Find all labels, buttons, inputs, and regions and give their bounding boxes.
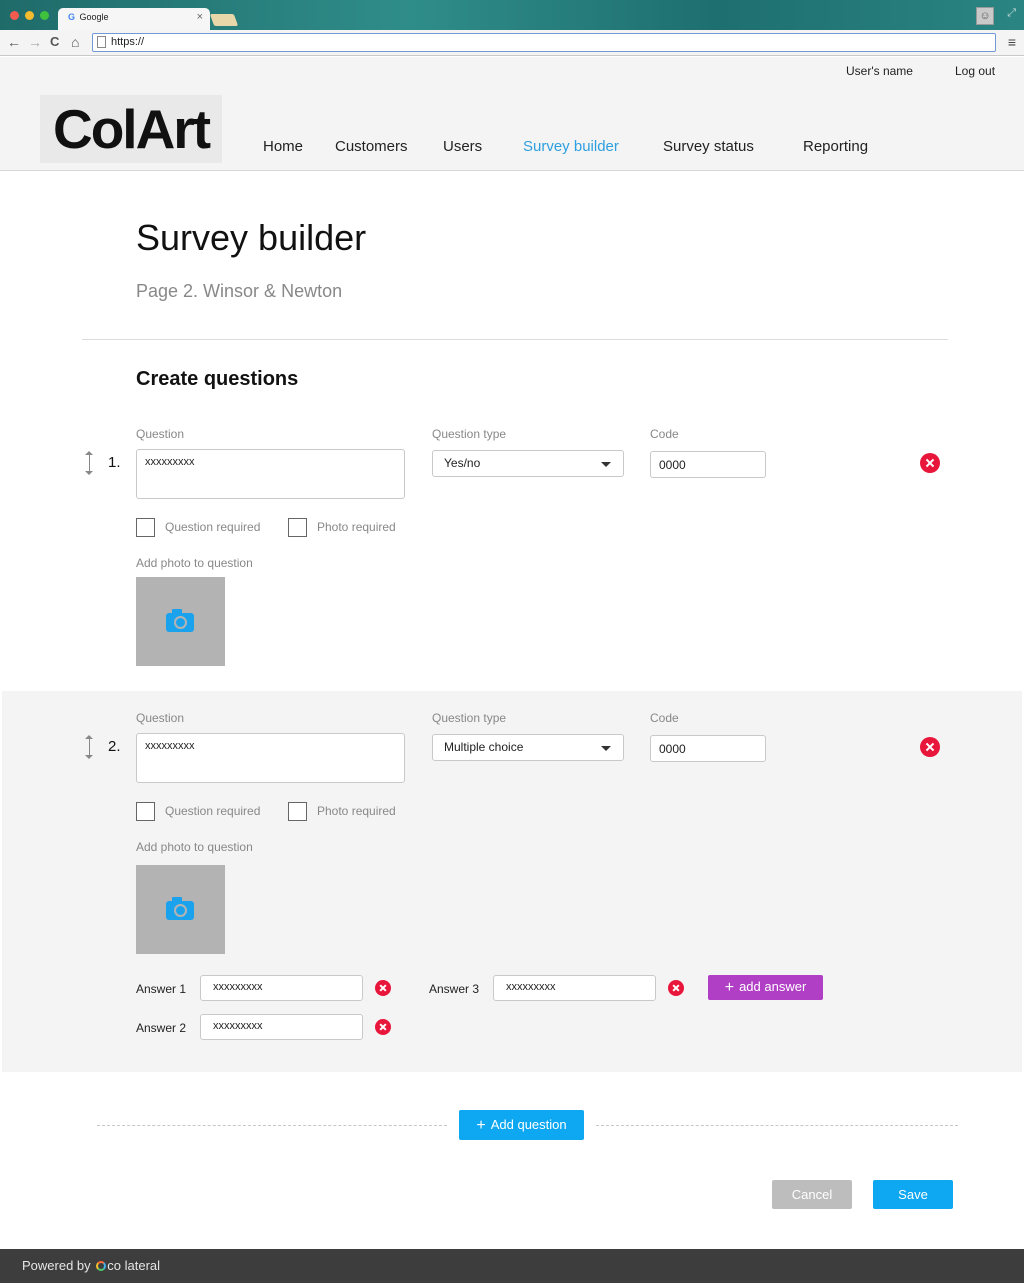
- plus-icon: +: [724, 979, 735, 996]
- back-icon[interactable]: ←: [7, 34, 21, 50]
- question-required-label: Question required: [165, 804, 261, 818]
- tab-close-icon[interactable]: ×: [197, 11, 203, 23]
- chevron-down-icon: [601, 746, 611, 751]
- question-text-input[interactable]: xxxxxxxxx: [136, 449, 405, 499]
- photo-required-checkbox[interactable]: [288, 802, 307, 821]
- delete-question-icon[interactable]: [920, 737, 940, 757]
- browser-tab-bar: G Google × ☺ ⤢: [0, 0, 1024, 30]
- window-close-button[interactable]: [10, 11, 19, 20]
- answer-input[interactable]: xxxxxxxxx: [200, 975, 363, 1001]
- section-title: Create questions: [136, 368, 299, 390]
- question-type-select[interactable]: Multiple choice: [432, 734, 624, 761]
- question-label: Question: [136, 711, 185, 725]
- delete-question-icon[interactable]: [920, 453, 940, 473]
- question-type-value: Multiple choice: [444, 740, 524, 754]
- browser-tab[interactable]: G Google ×: [58, 8, 210, 30]
- divider: [82, 339, 948, 340]
- photo-required-label: Photo required: [317, 804, 396, 818]
- tab-title: Google: [79, 12, 109, 22]
- question-block-1: Question Question type Code 1. xxxxxxxxx…: [0, 420, 1024, 680]
- dashed-separator: [596, 1125, 958, 1126]
- photo-required-checkbox[interactable]: [288, 518, 307, 537]
- question-type-value: Yes/no: [444, 456, 481, 470]
- answer-input[interactable]: xxxxxxxxx: [200, 1014, 363, 1040]
- question-required-checkbox[interactable]: [136, 802, 155, 821]
- powered-by-text: Powered by: [22, 1258, 91, 1273]
- browser-menu-icon[interactable]: ≡: [1008, 34, 1016, 50]
- user-name-link[interactable]: User's name: [846, 64, 913, 78]
- address-bar: ← → C ⌂ https:// ≡: [0, 30, 1024, 56]
- fullscreen-icon[interactable]: ⤢: [1007, 7, 1016, 20]
- question-type-select[interactable]: Yes/no: [432, 450, 624, 477]
- question-number: 1.: [108, 454, 121, 471]
- nav-survey-builder[interactable]: Survey builder: [523, 138, 619, 155]
- url-input[interactable]: https://: [92, 33, 996, 52]
- dashed-separator: [97, 1125, 447, 1126]
- code-input[interactable]: 0000: [650, 451, 766, 478]
- drag-handle-icon[interactable]: [85, 735, 95, 759]
- add-photo-button[interactable]: [136, 577, 225, 666]
- photo-required-label: Photo required: [317, 520, 396, 534]
- window-minimize-button[interactable]: [25, 11, 34, 20]
- add-question-label: Add question: [490, 1117, 567, 1132]
- question-block-2: Question Question type Code 2. xxxxxxxxx…: [2, 691, 1022, 1072]
- answer-label: Answer 2: [136, 1021, 187, 1035]
- add-photo-label: Add photo to question: [136, 840, 253, 854]
- plus-icon: +: [476, 1117, 486, 1134]
- question-text-input[interactable]: xxxxxxxxx: [136, 733, 405, 783]
- answer-label: Answer 3: [429, 982, 480, 996]
- window-maximize-button[interactable]: [40, 11, 49, 20]
- question-required-label: Question required: [165, 520, 261, 534]
- drag-handle-icon[interactable]: [85, 451, 95, 475]
- question-number: 2.: [108, 738, 121, 755]
- question-label: Question: [136, 427, 185, 441]
- footer: Powered by co lateral: [0, 1249, 1024, 1283]
- forward-icon[interactable]: →: [28, 34, 42, 50]
- new-tab-button[interactable]: [209, 14, 239, 26]
- delete-answer-icon[interactable]: [668, 980, 684, 996]
- add-question-button[interactable]: + Add question: [459, 1110, 584, 1140]
- delete-answer-icon[interactable]: [375, 1019, 391, 1035]
- add-photo-button[interactable]: [136, 865, 225, 954]
- profile-icon[interactable]: ☺: [976, 7, 994, 25]
- footer-brand[interactable]: co lateral: [107, 1258, 160, 1273]
- code-input[interactable]: 0000: [650, 735, 766, 762]
- question-required-checkbox[interactable]: [136, 518, 155, 537]
- nav-reporting[interactable]: Reporting: [803, 138, 868, 155]
- nav-home[interactable]: Home: [263, 138, 303, 155]
- question-type-label: Question type: [432, 711, 507, 725]
- nav-customers[interactable]: Customers: [335, 138, 408, 155]
- chevron-down-icon: [601, 462, 611, 467]
- answer-label: Answer 1: [136, 982, 187, 996]
- logout-link[interactable]: Log out: [955, 64, 995, 78]
- app-header: ColArt User's name Log out Home Customer…: [0, 57, 1024, 171]
- nav-users[interactable]: Users: [443, 138, 482, 155]
- page-subtitle: Page 2. Winsor & Newton: [136, 281, 343, 301]
- camera-icon: [166, 609, 194, 632]
- camera-icon: [166, 897, 194, 920]
- google-icon: G: [68, 12, 76, 22]
- page-icon: [97, 36, 106, 48]
- page-title: Survey builder: [136, 217, 367, 258]
- add-photo-label: Add photo to question: [136, 556, 253, 570]
- question-type-label: Question type: [432, 427, 507, 441]
- answer-input[interactable]: xxxxxxxxx: [493, 975, 656, 1001]
- url-text: https://: [111, 36, 145, 48]
- add-answer-label: add answer: [739, 979, 807, 994]
- code-label: Code: [650, 427, 679, 441]
- nav-survey-status[interactable]: Survey status: [663, 138, 754, 155]
- colateral-logo-icon: [96, 1261, 107, 1271]
- home-icon[interactable]: ⌂: [71, 34, 79, 50]
- reload-icon[interactable]: C: [50, 34, 59, 49]
- colart-logo[interactable]: ColArt: [40, 95, 222, 163]
- code-label: Code: [650, 711, 679, 725]
- add-answer-button[interactable]: + add answer: [708, 975, 823, 1000]
- cancel-button[interactable]: Cancel: [772, 1180, 852, 1209]
- save-button[interactable]: Save: [873, 1180, 953, 1209]
- delete-answer-icon[interactable]: [375, 980, 391, 996]
